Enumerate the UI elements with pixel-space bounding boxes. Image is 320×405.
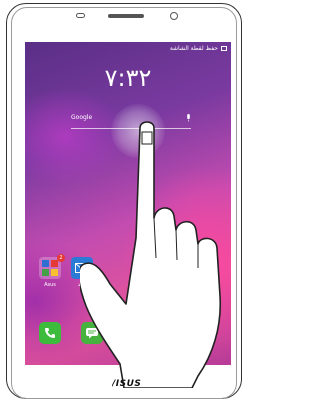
proximity-sensor xyxy=(76,13,85,18)
phone-app[interactable] xyxy=(39,322,61,344)
folder-badge: 2 xyxy=(57,254,65,262)
status-notification-text: حفظ لقطة الشاشة xyxy=(169,44,218,52)
earpiece-speaker xyxy=(108,14,144,18)
phone-icon xyxy=(45,328,55,338)
asus-logo: /ISUS xyxy=(111,378,142,390)
front-camera xyxy=(170,12,178,20)
screenshot-icon xyxy=(221,45,227,51)
asus-logo-mark: /ISUS xyxy=(111,379,141,389)
hand-pointer-illustration xyxy=(80,121,222,388)
svg-text:/ISUS: /ISUS xyxy=(112,379,141,387)
app-label-asus: Asus xyxy=(44,282,56,288)
status-bar: حفظ لقطة الشاشة xyxy=(170,44,227,52)
clock-widget[interactable]: ٧:٣٢ xyxy=(25,64,231,92)
asus-folder-icon xyxy=(42,260,58,276)
